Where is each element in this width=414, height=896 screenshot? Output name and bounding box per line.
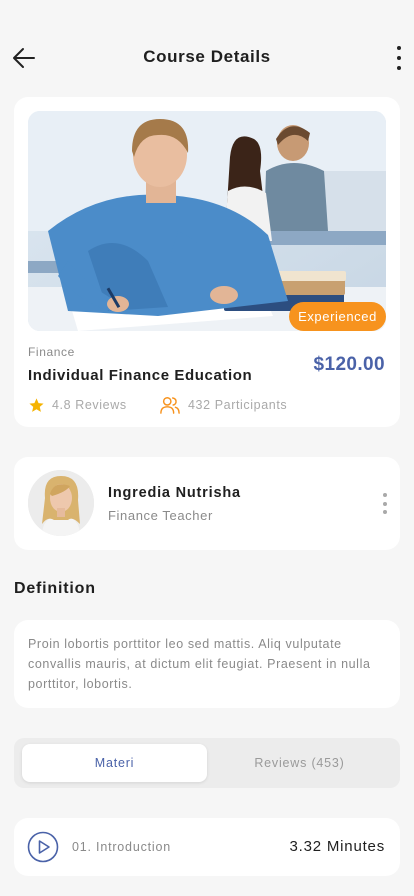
course-title: Individual Finance Education (28, 367, 253, 384)
course-price: $120.00 (313, 354, 385, 375)
more-options-button[interactable] (394, 46, 404, 70)
page-title: Course Details (143, 47, 271, 66)
teacher-card[interactable]: Ingredia Nutrisha Finance Teacher (14, 457, 400, 550)
lesson-duration: 3.32 Minutes (289, 838, 385, 855)
play-icon[interactable] (27, 831, 59, 863)
tab-reviews[interactable]: Reviews (453) (207, 744, 392, 782)
vertical-dots-icon (397, 46, 401, 50)
vertical-dots-icon (383, 493, 387, 497)
teacher-more-button[interactable] (382, 493, 388, 514)
teacher-role: Finance Teacher (108, 508, 213, 523)
teacher-name: Ingredia Nutrisha (108, 485, 241, 501)
definition-text: Proin lobortis porttitor leo sed mattis.… (28, 637, 371, 691)
app-header: Course Details (0, 0, 414, 96)
rating-row: 4.8 Reviews (28, 395, 127, 415)
tab-materi[interactable]: Materi (22, 744, 207, 782)
course-card: Experienced Finance Individual Finance E… (14, 97, 400, 427)
students-studying-photo (28, 111, 386, 331)
review-count: 4.8 Reviews (52, 398, 127, 412)
level-badge: Experienced (289, 302, 386, 331)
participant-count: 432 Participants (188, 398, 288, 412)
course-image: Experienced (28, 111, 386, 331)
star-icon (29, 397, 44, 412)
definition-card: Proin lobortis porttitor leo sed mattis.… (14, 620, 400, 708)
tab-bar: Materi Reviews (453) (14, 738, 400, 788)
avatar (28, 470, 94, 536)
lesson-title: 01. Introduction (72, 840, 171, 854)
course-category: Finance (28, 345, 75, 359)
teacher-photo (28, 470, 94, 536)
lesson-item[interactable]: 01. Introduction 3.32 Minutes (14, 818, 400, 876)
definition-heading: Definition (14, 580, 96, 597)
people-icon (160, 397, 180, 414)
participants-row: 432 Participants (159, 394, 287, 416)
